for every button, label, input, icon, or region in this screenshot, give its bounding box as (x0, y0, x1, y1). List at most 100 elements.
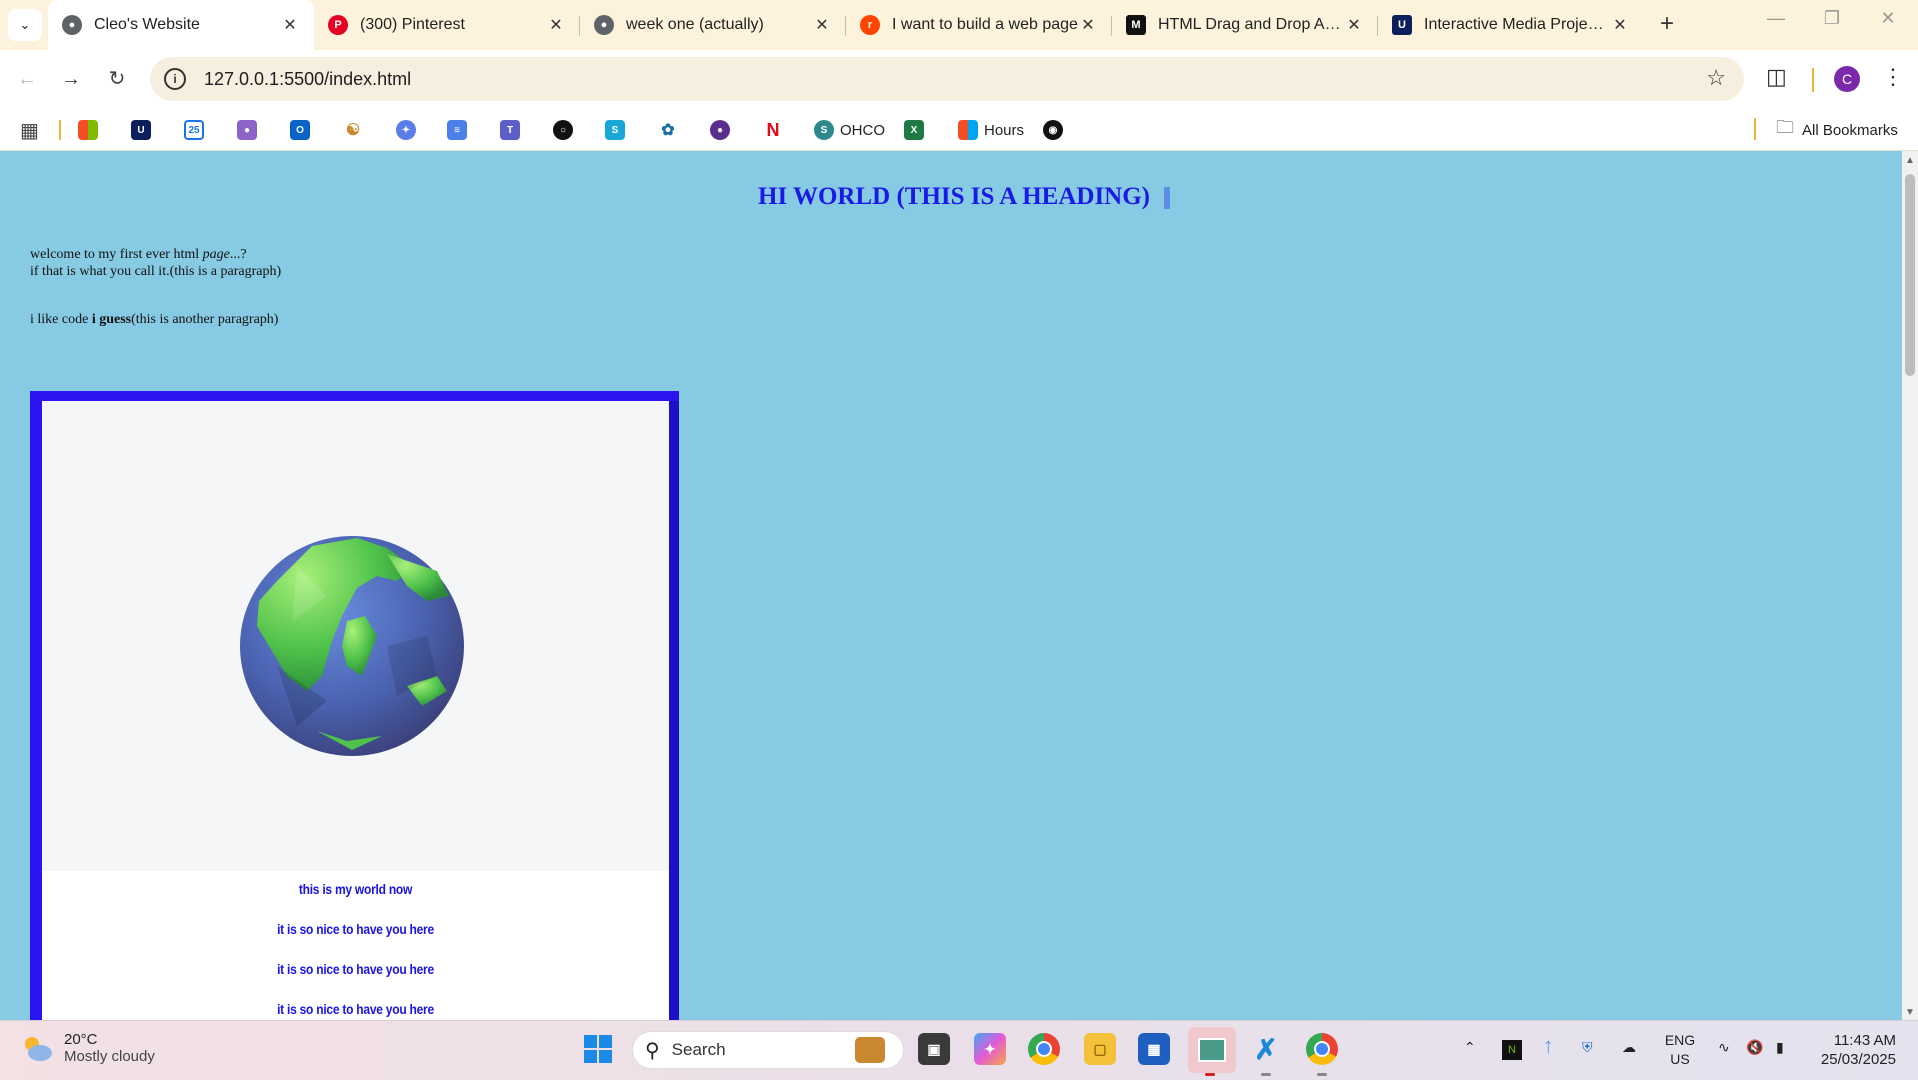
tab-reddit[interactable]: r I want to build a web page ✕ (846, 0, 1112, 50)
bookmark-calendar[interactable]: 25 (184, 119, 210, 141)
bookmark-copilot[interactable]: ✦ (396, 119, 422, 141)
bookmark-docs[interactable]: ≡ (447, 119, 473, 141)
tab-interactive-media[interactable]: U Interactive Media Project 2 ✕ (1378, 0, 1644, 50)
bookmark-circle[interactable]: ○ (553, 119, 579, 141)
url-text[interactable]: 127.0.0.1:5500/index.html (204, 69, 411, 90)
bookmark-sway[interactable]: S (605, 119, 631, 141)
tab-pinterest[interactable]: P (300) Pinterest ✕ (314, 0, 580, 50)
task-view-icon: ▣ (927, 1040, 941, 1057)
apps-icon[interactable]: ▦ (20, 119, 39, 142)
tab-mdn[interactable]: M HTML Drag and Drop API - ✕ (1112, 0, 1378, 50)
bookmark-microsoft[interactable] (78, 119, 104, 141)
bookmarks-divider (1754, 118, 1756, 140)
taskbar-task-view[interactable]: ▣ (918, 1033, 950, 1065)
world-caption: this is my world now (298, 881, 413, 897)
taskbar-search[interactable]: ⚲ Search (632, 1031, 904, 1069)
taskbar-file-explorer[interactable]: ▢ (1084, 1033, 1116, 1065)
start-button[interactable] (582, 1033, 614, 1065)
bookmark-label: Hours (984, 121, 1025, 139)
bookmark-app-violet[interactable]: ● (710, 119, 736, 141)
all-bookmarks-button[interactable]: 🗀 All Bookmarks (1776, 117, 1898, 141)
chevron-down-icon: ⌄ (19, 17, 31, 32)
plus-icon: + (1659, 10, 1674, 37)
bookmark-edstem[interactable]: ✿ (658, 119, 684, 141)
taskbar-chrome-profile[interactable] (1306, 1033, 1338, 1065)
bluetooth-icon[interactable]: ᛏ (1544, 1039, 1552, 1055)
page-scrollbar[interactable]: ▲ ▼ (1902, 151, 1918, 1020)
bookmark-figure[interactable]: ☯ (343, 119, 369, 141)
tab-search-button[interactable]: ⌄ (8, 9, 42, 41)
figure-icon: ☯ (345, 122, 361, 139)
system-clock[interactable]: 11:43 AM 25/03/2025 (1812, 1031, 1896, 1069)
close-icon: ✕ (1880, 8, 1896, 28)
scroll-up-icon[interactable]: ▲ (1905, 155, 1915, 166)
bookmark-ohco[interactable]: S OHCO (814, 119, 885, 141)
running-indicator (1261, 1073, 1271, 1076)
close-icon[interactable]: ✕ (1344, 15, 1364, 35)
bookmark-uts[interactable]: U (131, 119, 157, 141)
page-heading: HI WORLD (THIS IS A HEADING) (0, 183, 1902, 211)
bookmark-netflix[interactable]: N (763, 119, 789, 141)
security-icon[interactable]: ⛨ (1582, 1039, 1593, 1056)
tab-cleos-website[interactable]: ● Cleo's Website ✕ (48, 0, 314, 50)
wifi-icon[interactable]: ∿ (1718, 1039, 1730, 1056)
tab-title: I want to build a web page (892, 16, 1078, 33)
windows-taskbar: 20°C Mostly cloudy ⚲ Search ▣ ✦ ▢ ▦ ✗ ⌃ … (0, 1020, 1918, 1080)
scroll-down-icon[interactable]: ▼ (1905, 1007, 1915, 1018)
bookmark-label: All Bookmarks (1802, 121, 1898, 139)
onedrive-offline-icon[interactable]: ☁ (1622, 1039, 1636, 1056)
taskbar-copilot[interactable]: ✦ (974, 1033, 1006, 1065)
close-icon[interactable]: ✕ (280, 15, 300, 35)
restore-button[interactable]: ❐ (1812, 8, 1852, 29)
app-window-icon (1198, 1038, 1226, 1062)
taskbar-chrome[interactable] (1028, 1033, 1060, 1065)
nvidia-icon[interactable]: N (1502, 1040, 1522, 1060)
address-bar[interactable]: i 127.0.0.1:5500/index.html ☆ (150, 57, 1744, 101)
bookmark-app-purple[interactable]: ● (237, 119, 263, 141)
bookmark-teams[interactable]: T (500, 119, 526, 141)
profile-avatar[interactable]: C (1834, 66, 1860, 92)
taskbar-app-active[interactable] (1188, 1027, 1236, 1073)
globe-image (240, 536, 464, 756)
battery-icon[interactable]: ▮ (1776, 1039, 1784, 1056)
paragraph-welcome: welcome to my first ever html page...? i… (30, 247, 282, 279)
tab-week-one[interactable]: ● week one (actually) ✕ (580, 0, 846, 50)
forward-button[interactable]: → (56, 64, 86, 94)
back-button[interactable]: ← (12, 64, 42, 94)
tab-title: Cleo's Website (94, 16, 200, 33)
minimize-button[interactable]: — (1756, 8, 1796, 29)
taskbar-vscode[interactable]: ✗ (1250, 1033, 1282, 1065)
bookmarks-divider (59, 120, 61, 140)
cloud-sun-icon (25, 1037, 52, 1061)
close-icon[interactable]: ✕ (1078, 15, 1098, 35)
close-icon[interactable]: ✕ (812, 15, 832, 35)
chrome-icon (1314, 1041, 1330, 1057)
new-tab-button[interactable]: + (1652, 10, 1682, 38)
tab-title: HTML Drag and Drop API - (1158, 16, 1344, 33)
paragraph-code: i like code i guess(this is another para… (30, 312, 279, 327)
close-icon[interactable]: ✕ (1610, 15, 1630, 35)
restore-icon: ❐ (1823, 8, 1841, 28)
reload-button[interactable]: ↻ (102, 64, 132, 94)
tray-chevron-icon[interactable]: ⌃ (1464, 1039, 1476, 1056)
more-menu-icon[interactable]: ⋮ (1882, 64, 1904, 90)
microsoft-icon (78, 120, 98, 140)
store-icon: ▦ (1147, 1040, 1161, 1057)
volume-muted-icon[interactable]: 🔇 (1746, 1039, 1763, 1056)
weather-widget[interactable]: 20°C Mostly cloudy (20, 1031, 155, 1065)
bookmark-outlook[interactable]: O (290, 119, 316, 141)
world-caption: it is so nice to have you here (277, 1001, 434, 1017)
bookmark-hours[interactable]: Hours (958, 119, 1024, 141)
info-icon[interactable]: i (164, 68, 186, 90)
close-icon[interactable]: ✕ (546, 15, 566, 35)
taskbar-store[interactable]: ▦ (1138, 1033, 1170, 1065)
excel-icon: X (904, 120, 924, 140)
language-indicator[interactable]: ENG US (1660, 1031, 1700, 1069)
uts-icon: U (1392, 15, 1412, 35)
close-window-button[interactable]: ✕ (1868, 8, 1908, 29)
extensions-icon[interactable]: ◫ (1766, 64, 1787, 90)
bookmark-excel[interactable]: X (904, 119, 930, 141)
star-icon[interactable]: ☆ (1706, 65, 1726, 91)
scrollbar-thumb[interactable] (1905, 174, 1915, 376)
bookmark-github[interactable]: ◉ (1043, 119, 1069, 141)
